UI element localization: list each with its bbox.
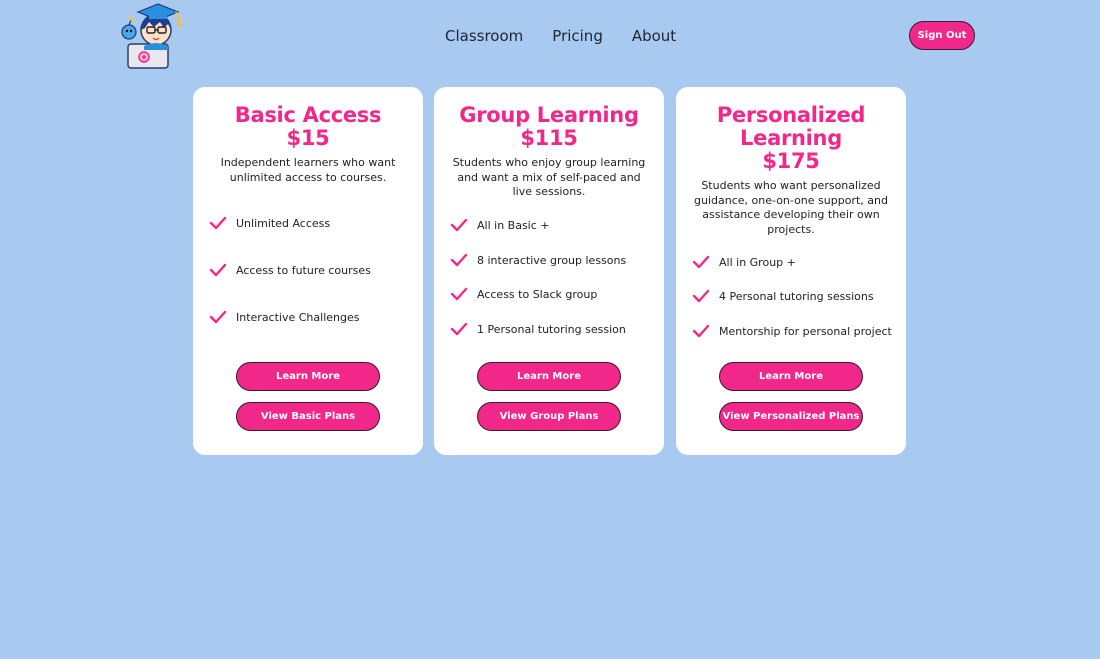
feature-label: All in Group + [719, 255, 796, 269]
check-icon [692, 324, 710, 338]
check-icon [450, 322, 468, 336]
feature-label: Interactive Challenges [236, 310, 360, 324]
feature-item: All in Basic + [450, 216, 550, 234]
plan-name: Personalized Learning [716, 103, 866, 150]
view-group-plans-button[interactable]: View Group Plans [477, 402, 621, 431]
plan-name: Group Learning [459, 103, 639, 127]
feature-label: Mentorship for personal project [719, 324, 892, 338]
nav-pricing-link[interactable]: Pricing [552, 27, 603, 45]
feature-label: 8 interactive group lessons [477, 253, 627, 267]
plan-card-personalized: Personalized Learning $175 Students who … [676, 87, 906, 455]
feature-label: 1 Personal tutoring session [477, 322, 626, 336]
plan-description: Independent learners who want unlimited … [220, 156, 396, 184]
plan-description: Students who enjoy group learning and wa… [452, 156, 646, 198]
main-nav: Classroom Pricing About [445, 27, 676, 45]
student-mascot-logo-icon[interactable] [118, 2, 190, 70]
feature-item: 8 interactive group lessons [450, 251, 626, 269]
feature-item: Access to Slack group [450, 285, 597, 303]
feature-item: Access to future courses [209, 261, 371, 279]
check-icon [450, 253, 468, 267]
feature-label: Unlimited Access [236, 216, 331, 230]
plan-price: $15 [286, 126, 330, 150]
plan-card-basic: Basic Access $15 Independent learners wh… [193, 87, 423, 455]
learn-more-button[interactable]: Learn More [236, 362, 380, 391]
feature-label: Access to Slack group [477, 287, 598, 301]
check-icon [450, 218, 468, 232]
plan-title: Group Learning $115 [434, 104, 664, 150]
plan-name: Basic Access [234, 103, 382, 127]
nav-classroom-link[interactable]: Classroom [445, 27, 523, 45]
feature-label: 4 Personal tutoring sessions [719, 289, 874, 303]
feature-label: Access to future courses [236, 263, 371, 277]
plan-description: Students who want personalized guidance,… [694, 179, 888, 236]
check-icon [209, 310, 227, 324]
learn-more-button[interactable]: Learn More [719, 362, 863, 391]
plan-price: $115 [520, 126, 578, 150]
plan-title: Basic Access $15 [193, 104, 423, 150]
check-icon [209, 263, 227, 277]
feature-item: All in Group + [692, 253, 796, 271]
feature-item: Interactive Challenges [209, 308, 359, 326]
check-icon [692, 255, 710, 269]
plan-card-group: Group Learning $115 Students who enjoy g… [434, 87, 664, 455]
sign-out-button[interactable]: Sign Out [909, 21, 975, 50]
plan-price: $175 [762, 149, 820, 173]
feature-item: Mentorship for personal project [692, 322, 892, 340]
check-icon [209, 216, 227, 230]
plan-title: Personalized Learning $175 [676, 104, 906, 173]
view-basic-plans-button[interactable]: View Basic Plans [236, 402, 380, 431]
feature-item: Unlimited Access [209, 214, 330, 232]
check-icon [692, 289, 710, 303]
view-personalized-plans-button[interactable]: View Personalized Plans [719, 402, 863, 431]
learn-more-button[interactable]: Learn More [477, 362, 621, 391]
nav-about-link[interactable]: About [632, 27, 676, 45]
feature-label: All in Basic + [477, 218, 550, 232]
check-icon [450, 287, 468, 301]
feature-item: 1 Personal tutoring session [450, 320, 626, 338]
site-header: Classroom Pricing About Sign Out [0, 0, 1100, 74]
feature-item: 4 Personal tutoring sessions [692, 287, 874, 305]
